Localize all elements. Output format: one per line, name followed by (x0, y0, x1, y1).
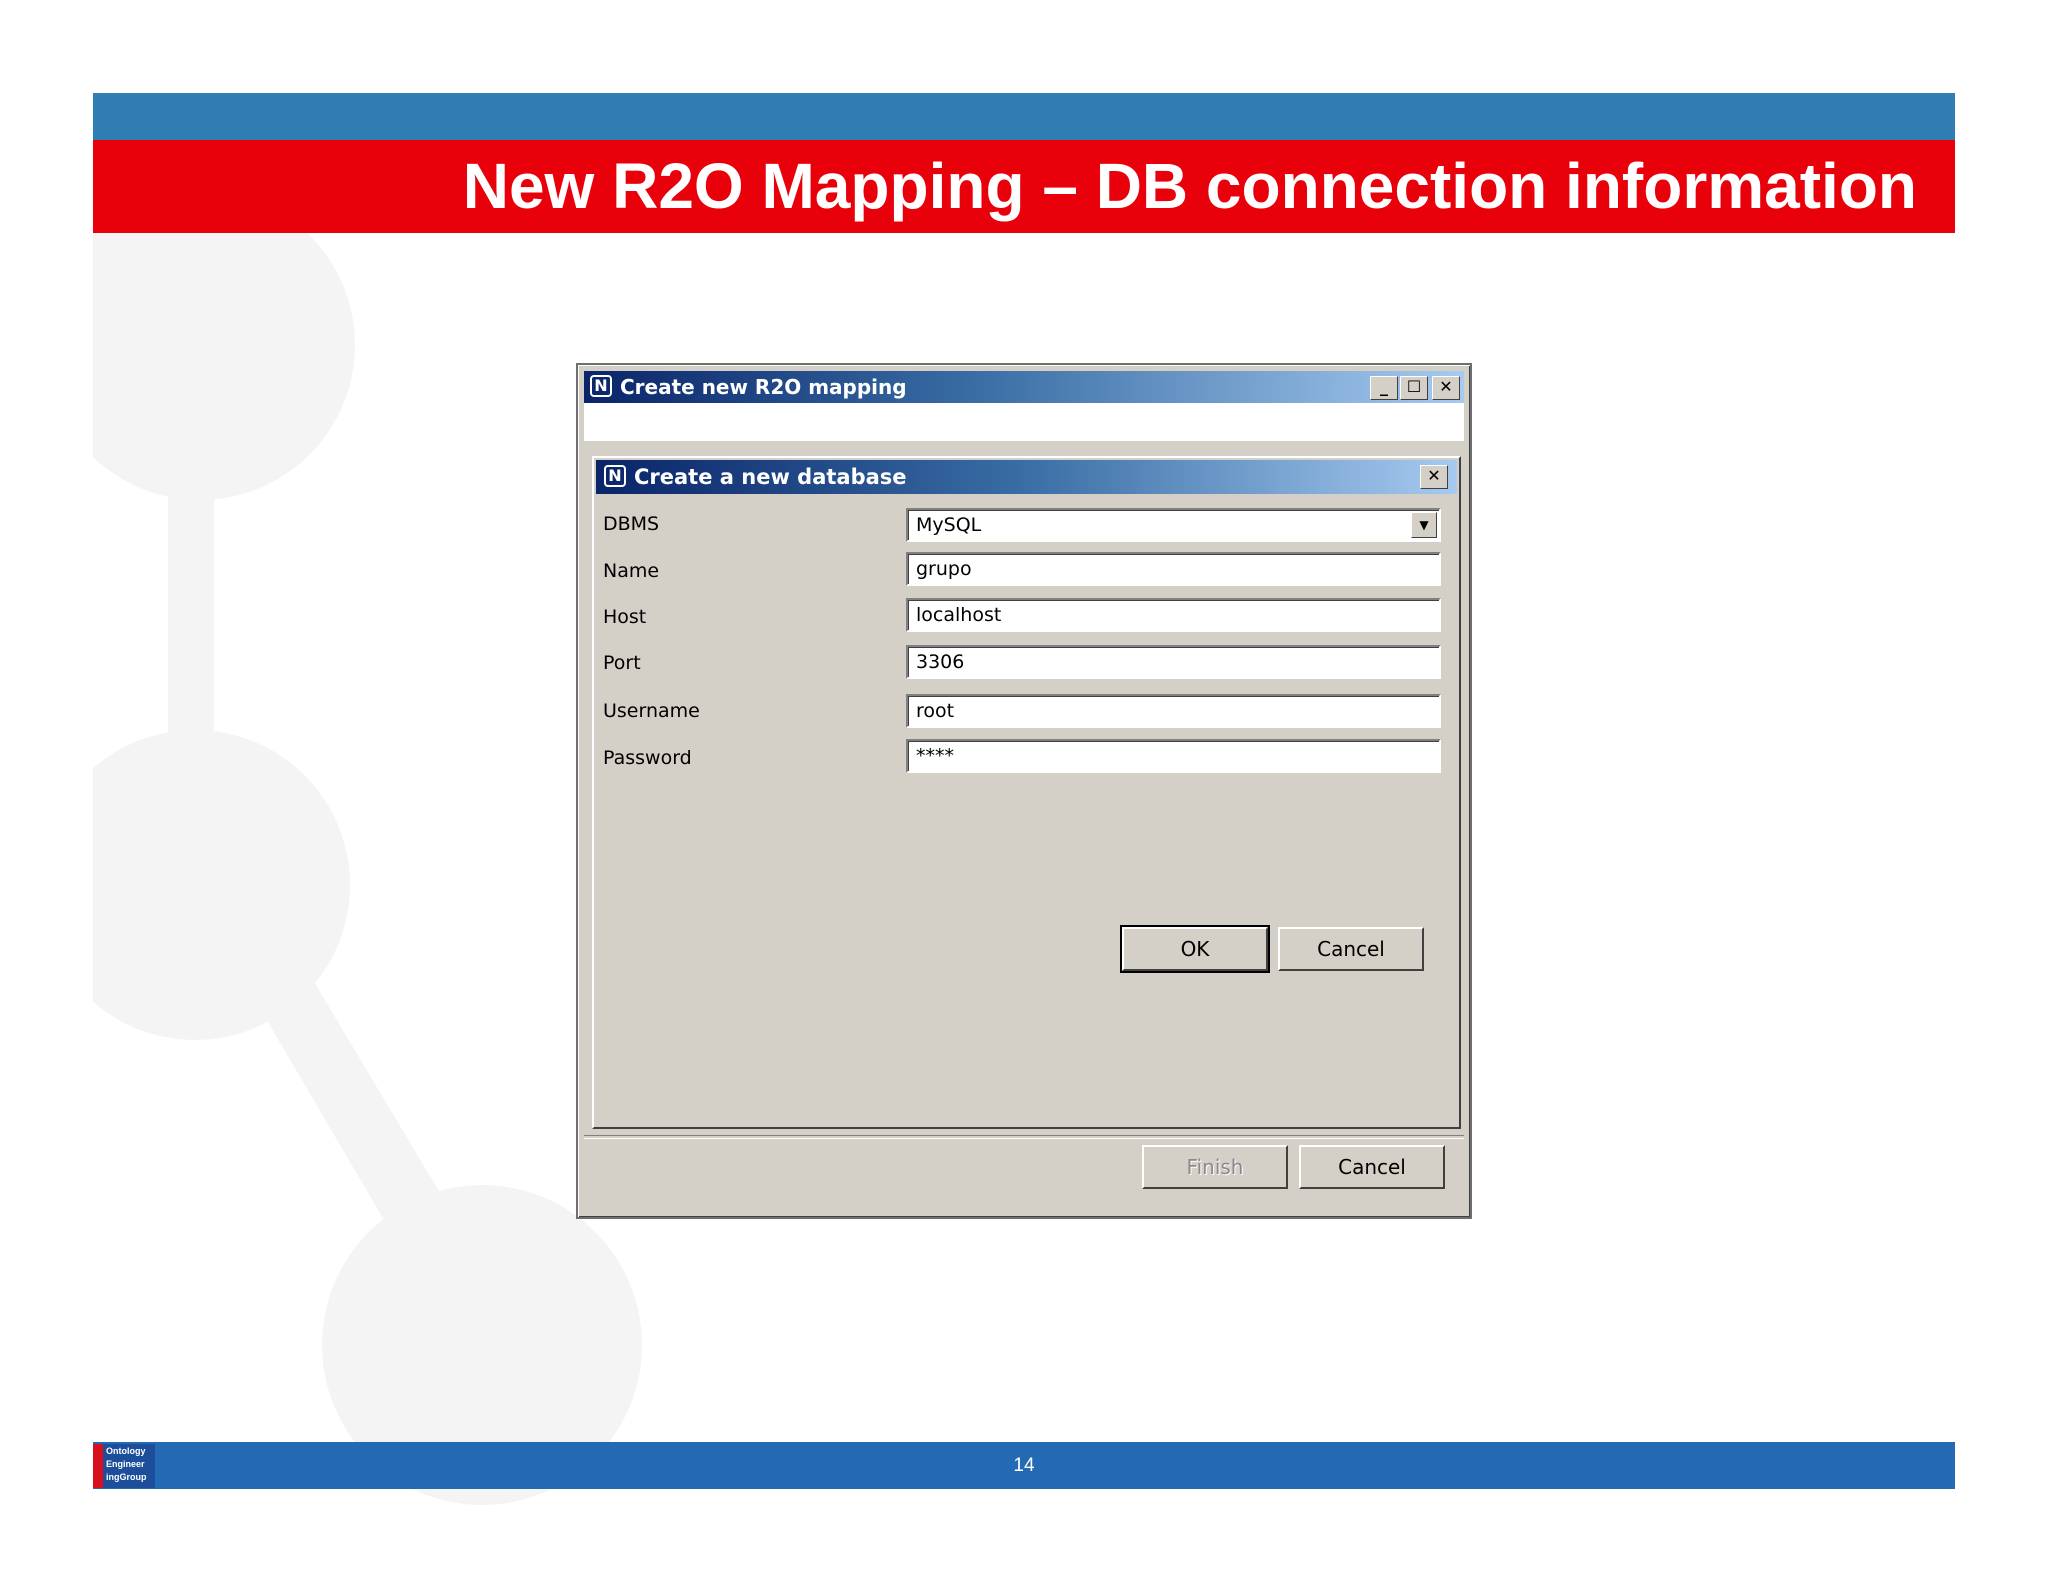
ontology-engineering-group-logo: Ontology Engineer ingGroup (93, 1444, 155, 1488)
dbms-label: DBMS (603, 513, 660, 535)
wizard-banner-area (584, 403, 1464, 441)
ok-button[interactable]: OK (1120, 925, 1270, 973)
app-icon: N (590, 375, 612, 397)
footer-bar: 14 (93, 1442, 1955, 1489)
username-label: Username (603, 700, 700, 722)
host-label: Host (603, 606, 647, 628)
footer-separator (584, 1135, 1464, 1139)
dialog-cancel-button[interactable]: Cancel (1278, 927, 1424, 971)
app-icon: N (604, 465, 626, 487)
username-input[interactable]: root (906, 694, 1441, 728)
outer-window-title: Create new R2O mapping (620, 375, 907, 399)
name-label: Name (603, 560, 660, 582)
dbms-select-value: MySQL (916, 514, 982, 536)
password-input[interactable]: **** (906, 739, 1441, 773)
page-number: 14 (1013, 1455, 1035, 1476)
header-accent-bar (93, 93, 1955, 140)
name-input[interactable]: grupo (906, 552, 1441, 586)
maximize-icon[interactable]: ☐ (1400, 376, 1428, 400)
port-label: Port (603, 652, 641, 674)
chevron-down-icon[interactable]: ▼ (1411, 512, 1437, 538)
host-input[interactable]: localhost (906, 598, 1441, 632)
wizard-cancel-button[interactable]: Cancel (1299, 1145, 1445, 1189)
header-title-bar: New R2O Mapping – DB connection informat… (93, 140, 1955, 233)
finish-button[interactable]: Finish (1142, 1145, 1288, 1189)
slide-title: New R2O Mapping – DB connection informat… (462, 150, 1917, 222)
logo-text: Ontology Engineer ingGroup (106, 1446, 147, 1482)
dialog-titlebar[interactable]: N Create a new database ✕ (596, 460, 1457, 494)
minimize-icon[interactable]: _ (1370, 376, 1398, 400)
logo-accent (93, 1444, 103, 1488)
port-input[interactable]: 3306 (906, 645, 1441, 679)
dbms-select[interactable]: MySQL ▼ (906, 508, 1441, 542)
close-icon[interactable]: ✕ (1432, 376, 1460, 400)
outer-window-titlebar[interactable]: N Create new R2O mapping _ ☐ ✕ (584, 371, 1464, 403)
dialog-close-icon[interactable]: ✕ (1420, 465, 1448, 489)
dialog-title: Create a new database (634, 465, 907, 489)
password-label: Password (603, 747, 692, 769)
